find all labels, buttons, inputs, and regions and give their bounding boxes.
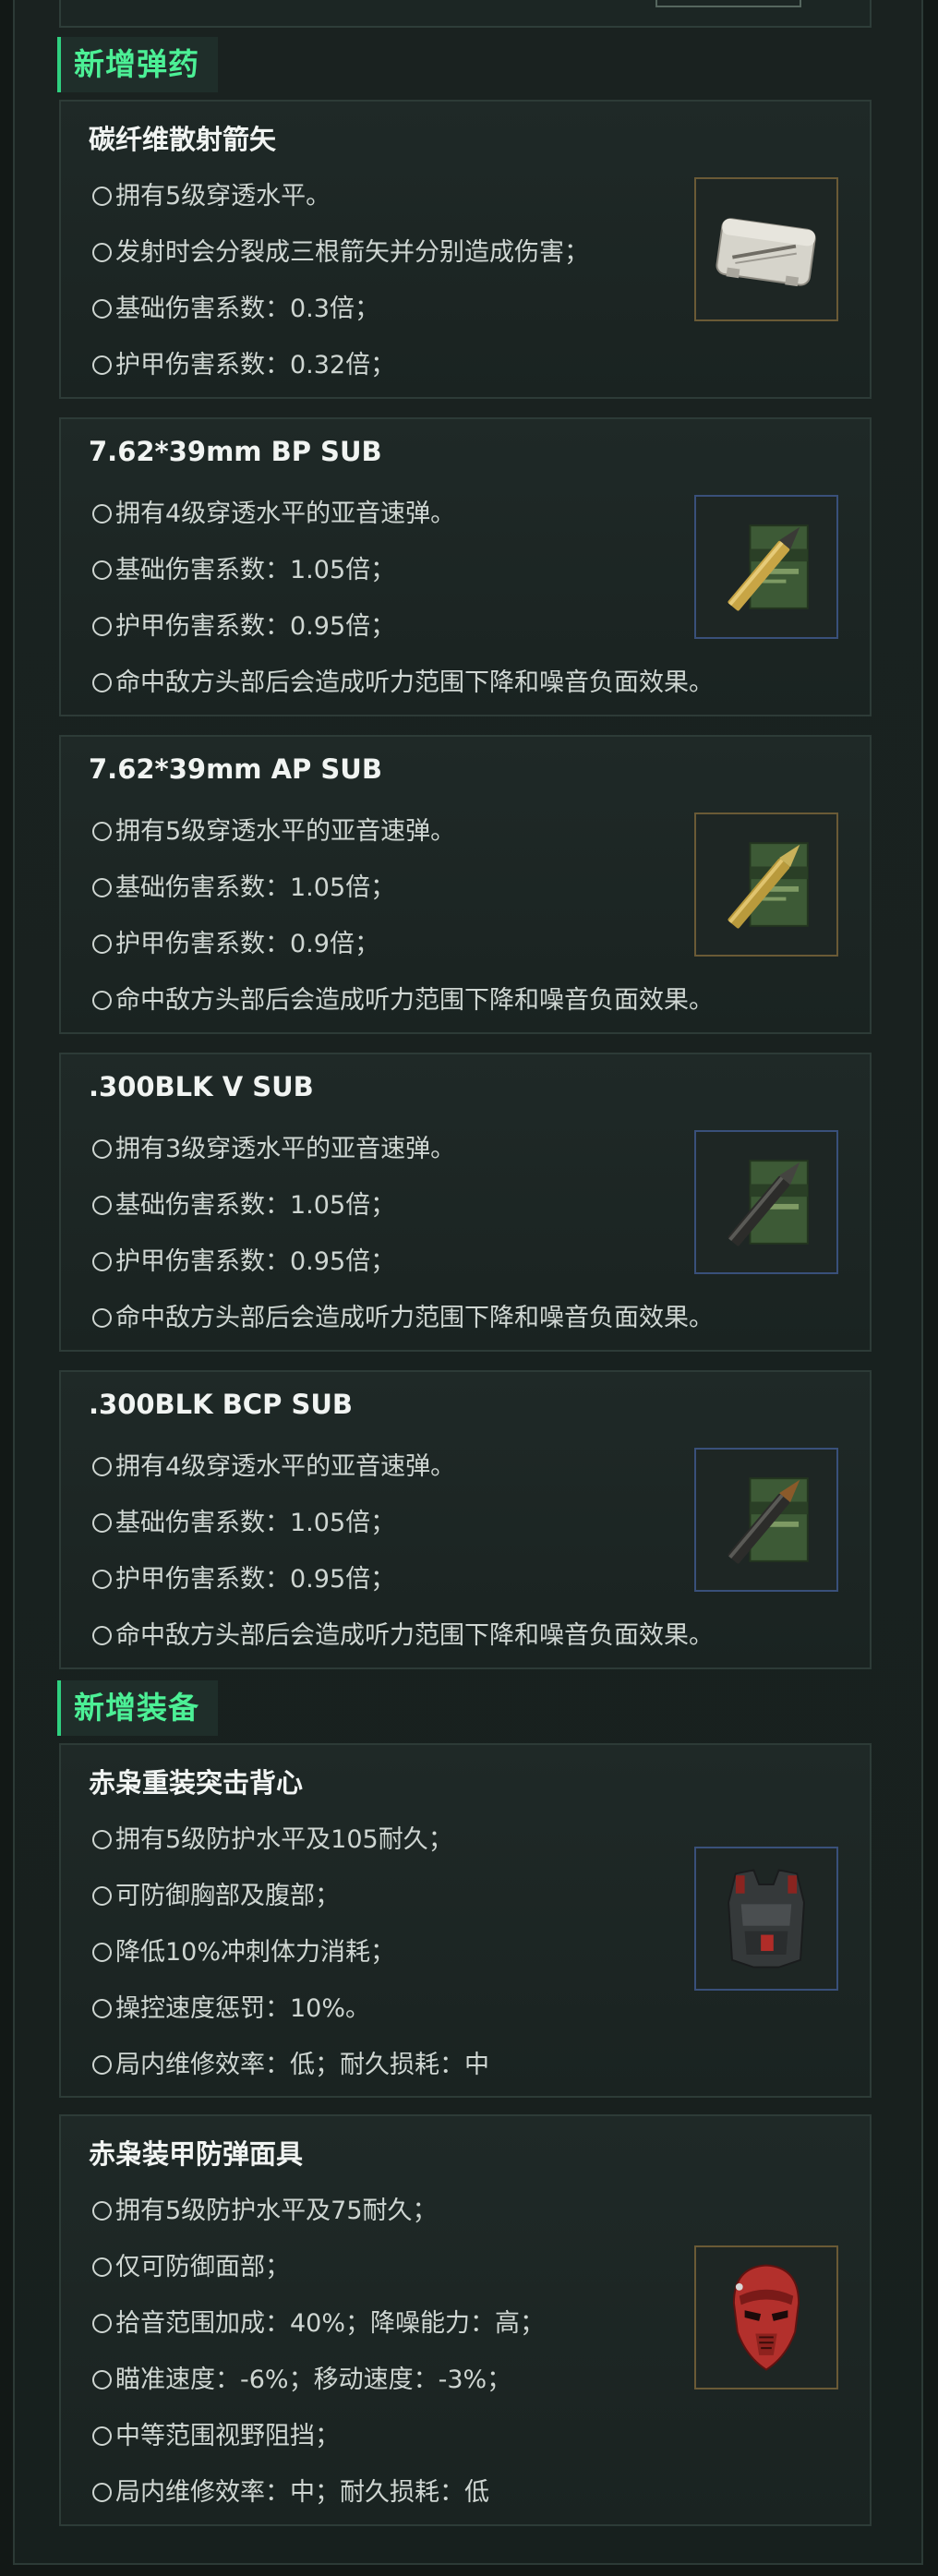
- arrow-case-icon: [694, 177, 838, 321]
- bullet-circle-icon: [92, 991, 112, 1010]
- bullet-circle-icon: [92, 2370, 112, 2389]
- card-lines: 拥有5级穿透水平。 发射时会分裂成三根箭矢并分别造成伤害； 基础伤害系数：0.3…: [92, 168, 589, 393]
- bullet-circle-icon: [92, 2426, 112, 2446]
- ammo-box-icon: [694, 495, 838, 639]
- list-item: 命中敌方头部后会造成听力范围下降和噪音负面效果。: [92, 655, 714, 711]
- ammo-box-icon: [694, 1448, 838, 1592]
- list-item: 基础伤害系数：0.3倍；: [92, 281, 589, 337]
- bullet-circle-icon: [92, 560, 112, 580]
- list-item: 基础伤害系数：1.05倍；: [92, 542, 714, 598]
- list-item: 仅可防御面部；: [92, 2239, 545, 2295]
- list-item: 护甲伤害系数：0.95倍；: [92, 1551, 714, 1607]
- bullet-circle-icon: [92, 299, 112, 319]
- card-title: 赤枭装甲防弹面具: [89, 2138, 304, 2170]
- bullet-circle-icon: [92, 2483, 112, 2502]
- section-title-ammo: 新增弹药: [57, 37, 218, 92]
- list-item: 基础伤害系数：1.05倍；: [92, 1177, 714, 1234]
- previous-card-stub: [59, 0, 872, 28]
- bullet-circle-icon: [92, 187, 112, 206]
- bullet-circle-icon: [92, 1252, 112, 1271]
- list-item: 护甲伤害系数：0.9倍；: [92, 916, 714, 972]
- list-item: 降低10%冲刺体力消耗；: [92, 1924, 489, 1980]
- bullet-circle-icon: [92, 1196, 112, 1215]
- list-item: 命中敌方头部后会造成听力范围下降和噪音负面效果。: [92, 972, 714, 1029]
- list-item: 拥有4级穿透水平的亚音速弹。: [92, 1438, 714, 1495]
- list-item: 护甲伤害系数：0.95倍；: [92, 1234, 714, 1290]
- helmet-mask-icon: [694, 2245, 838, 2389]
- bullet-circle-icon: [92, 355, 112, 375]
- card-lines: 拥有4级穿透水平的亚音速弹。 基础伤害系数：1.05倍； 护甲伤害系数：0.95…: [92, 486, 714, 711]
- bullet-circle-icon: [92, 1999, 112, 2018]
- list-item: 发射时会分裂成三根箭矢并分别造成伤害；: [92, 224, 589, 281]
- list-item: 基础伤害系数：1.05倍；: [92, 860, 714, 916]
- bullet-circle-icon: [92, 2314, 112, 2333]
- bullet-circle-icon: [92, 1139, 112, 1159]
- list-item: 拥有5级穿透水平的亚音速弹。: [92, 803, 714, 860]
- list-item: 护甲伤害系数：0.32倍；: [92, 337, 589, 393]
- card-lines: 拥有4级穿透水平的亚音速弹。 基础伤害系数：1.05倍； 护甲伤害系数：0.95…: [92, 1438, 714, 1664]
- list-item: 可防御胸部及腹部；: [92, 1868, 489, 1924]
- ammo-card: .300BLK BCP SUB 拥有4级穿透水平的亚音速弹。 基础伤害系数：1.…: [59, 1370, 872, 1669]
- card-title: 碳纤维散射箭矢: [89, 124, 277, 155]
- bullet-circle-icon: [92, 2055, 112, 2075]
- list-item: 拥有5级穿透水平。: [92, 168, 589, 224]
- card-title: 7.62*39mm AP SUB: [89, 753, 382, 785]
- bullet-circle-icon: [92, 504, 112, 524]
- bullet-circle-icon: [92, 1886, 112, 1906]
- bullet-circle-icon: [92, 673, 112, 692]
- list-item: 瞄准速度：-6%；移动速度：-3%；: [92, 2352, 545, 2408]
- previous-thumb-frame: [655, 0, 801, 7]
- list-item: 拾音范围加成：40%；降噪能力：高；: [92, 2295, 545, 2352]
- bullet-circle-icon: [92, 934, 112, 954]
- card-title: 7.62*39mm BP SUB: [89, 436, 382, 467]
- gear-card: 赤枭重装突击背心 拥有5级防护水平及105耐久； 可防御胸部及腹部； 降低10%…: [59, 1743, 872, 2098]
- ammo-card: 碳纤维散射箭矢 拥有5级穿透水平。 发射时会分裂成三根箭矢并分别造成伤害； 基础…: [59, 100, 872, 399]
- card-title: 赤枭重装突击背心: [89, 1767, 304, 1799]
- card-lines: 拥有5级防护水平及75耐久； 仅可防御面部； 拾音范围加成：40%；降噪能力：高…: [92, 2183, 545, 2521]
- ammo-card: .300BLK V SUB 拥有3级穿透水平的亚音速弹。 基础伤害系数：1.05…: [59, 1053, 872, 1352]
- bullet-circle-icon: [92, 1457, 112, 1476]
- card-lines: 拥有5级防护水平及105耐久； 可防御胸部及腹部； 降低10%冲刺体力消耗； 操…: [92, 1812, 489, 2093]
- card-lines: 拥有5级穿透水平的亚音速弹。 基础伤害系数：1.05倍； 护甲伤害系数：0.9倍…: [92, 803, 714, 1029]
- list-item: 中等范围视野阻挡；: [92, 2408, 545, 2464]
- list-item: 命中敌方头部后会造成听力范围下降和噪音负面效果。: [92, 1607, 714, 1664]
- bullet-circle-icon: [92, 878, 112, 897]
- list-item: 局内维修效率：中；耐久损耗：低: [92, 2464, 545, 2521]
- card-title: .300BLK V SUB: [89, 1071, 314, 1102]
- list-item: 操控速度惩罚：10%。: [92, 1980, 489, 2037]
- bullet-circle-icon: [92, 1308, 112, 1328]
- bullet-circle-icon: [92, 822, 112, 841]
- ammo-box-icon: [694, 1130, 838, 1274]
- card-title: .300BLK BCP SUB: [89, 1389, 353, 1420]
- bullet-circle-icon: [92, 243, 112, 262]
- list-item: 基础伤害系数：1.05倍；: [92, 1495, 714, 1551]
- list-item: 拥有5级防护水平及105耐久；: [92, 1812, 489, 1868]
- section-title-gear: 新增装备: [57, 1680, 218, 1736]
- bullet-circle-icon: [92, 1626, 112, 1645]
- bullet-circle-icon: [92, 1943, 112, 1962]
- list-item: 局内维修效率：低；耐久损耗：中: [92, 2037, 489, 2093]
- list-item: 护甲伤害系数：0.95倍；: [92, 598, 714, 655]
- list-item: 拥有4级穿透水平的亚音速弹。: [92, 486, 714, 542]
- list-item: 拥有3级穿透水平的亚音速弹。: [92, 1121, 714, 1177]
- bullet-circle-icon: [92, 1830, 112, 1849]
- ammo-card: 7.62*39mm BP SUB 拥有4级穿透水平的亚音速弹。 基础伤害系数：1…: [59, 417, 872, 716]
- bullet-circle-icon: [92, 617, 112, 636]
- ammo-card: 7.62*39mm AP SUB 拥有5级穿透水平的亚音速弹。 基础伤害系数：1…: [59, 735, 872, 1034]
- ammo-box-icon: [694, 813, 838, 957]
- bullet-circle-icon: [92, 1570, 112, 1589]
- bullet-circle-icon: [92, 2257, 112, 2277]
- bullet-circle-icon: [92, 2201, 112, 2221]
- bullet-circle-icon: [92, 1513, 112, 1533]
- gear-card: 赤枭装甲防弹面具 拥有5级防护水平及75耐久； 仅可防御面部； 拾音范围加成：4…: [59, 2114, 872, 2526]
- list-item: 拥有5级防护水平及75耐久；: [92, 2183, 545, 2239]
- card-lines: 拥有3级穿透水平的亚音速弹。 基础伤害系数：1.05倍； 护甲伤害系数：0.95…: [92, 1121, 714, 1346]
- list-item: 命中敌方头部后会造成听力范围下降和噪音负面效果。: [92, 1290, 714, 1346]
- vest-icon: [694, 1847, 838, 1991]
